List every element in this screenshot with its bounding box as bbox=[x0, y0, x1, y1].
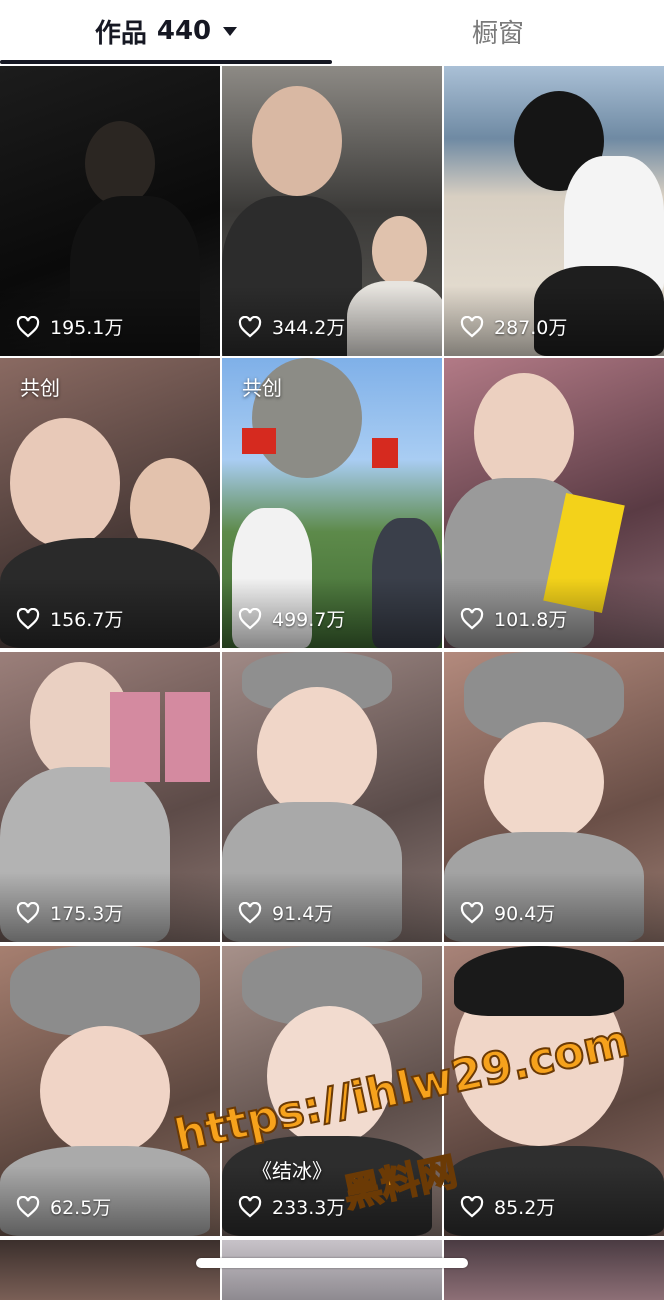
like-count: 175.3万 bbox=[16, 899, 123, 926]
like-count-value: 156.7万 bbox=[50, 609, 124, 631]
video-thumbnail[interactable]: 175.3万 bbox=[0, 652, 220, 942]
heart-icon bbox=[16, 901, 40, 923]
like-count: 287.0万 bbox=[460, 313, 567, 340]
like-count: 90.4万 bbox=[460, 899, 555, 926]
collab-badge: 共创 bbox=[242, 376, 282, 400]
heart-icon bbox=[238, 315, 262, 337]
video-thumbnail[interactable] bbox=[0, 1240, 220, 1300]
heart-icon bbox=[460, 315, 484, 337]
video-thumbnail[interactable]: 287.0万 bbox=[444, 66, 664, 356]
active-tab-indicator bbox=[0, 60, 332, 64]
profile-tab-bar: 作品 440 橱窗 bbox=[0, 0, 664, 64]
like-count: 62.5万 bbox=[16, 1193, 111, 1220]
chevron-down-icon[interactable] bbox=[223, 26, 238, 36]
like-count-value: 175.3万 bbox=[50, 903, 124, 925]
like-count-value: 287.0万 bbox=[494, 317, 568, 339]
like-count-value: 101.8万 bbox=[494, 609, 568, 631]
video-thumbnail[interactable]: 共创 499.7万 bbox=[222, 358, 442, 648]
video-thumbnail[interactable]: 195.1万 bbox=[0, 66, 220, 356]
tab-works[interactable]: 作品 440 bbox=[0, 0, 332, 62]
like-count: 195.1万 bbox=[16, 313, 123, 340]
video-thumbnail[interactable] bbox=[222, 1240, 442, 1300]
tab-works-count: 440 bbox=[156, 16, 212, 46]
heart-icon bbox=[460, 901, 484, 923]
heart-icon bbox=[16, 315, 40, 337]
heart-icon bbox=[238, 901, 262, 923]
like-count-value: 90.4万 bbox=[494, 903, 556, 925]
tab-works-label: 作品 bbox=[94, 18, 147, 49]
heart-icon bbox=[238, 607, 262, 629]
site-watermark: https://ihlw29.com 黑料网 bbox=[169, 1015, 640, 1242]
like-count: 344.2万 bbox=[238, 313, 345, 340]
video-thumbnail[interactable]: 101.8万 bbox=[444, 358, 664, 648]
like-count-value: 499.7万 bbox=[272, 609, 346, 631]
tab-showcase[interactable]: 橱窗 bbox=[332, 0, 664, 62]
like-count: 499.7万 bbox=[238, 605, 345, 632]
video-thumbnail[interactable]: 共创 156.7万 bbox=[0, 358, 220, 648]
like-count-value: 62.5万 bbox=[50, 1197, 112, 1219]
like-count-value: 91.4万 bbox=[272, 903, 334, 925]
watermark-site-name: 黑料网 bbox=[339, 1148, 462, 1217]
like-count: 101.8万 bbox=[460, 605, 567, 632]
heart-icon bbox=[16, 1195, 40, 1217]
like-count: 91.4万 bbox=[238, 899, 333, 926]
video-thumbnail[interactable]: 91.4万 bbox=[222, 652, 442, 942]
like-count-value: 195.1万 bbox=[50, 317, 124, 339]
video-thumbnail[interactable]: 344.2万 bbox=[222, 66, 442, 356]
heart-icon bbox=[16, 607, 40, 629]
collab-badge: 共创 bbox=[20, 376, 60, 400]
video-thumbnail[interactable] bbox=[444, 1240, 664, 1300]
heart-icon bbox=[460, 607, 484, 629]
like-count-value: 344.2万 bbox=[272, 317, 346, 339]
video-thumbnail[interactable]: 90.4万 bbox=[444, 652, 664, 942]
tab-showcase-label: 橱窗 bbox=[471, 18, 524, 49]
like-count: 156.7万 bbox=[16, 605, 123, 632]
home-indicator[interactable] bbox=[196, 1258, 468, 1268]
